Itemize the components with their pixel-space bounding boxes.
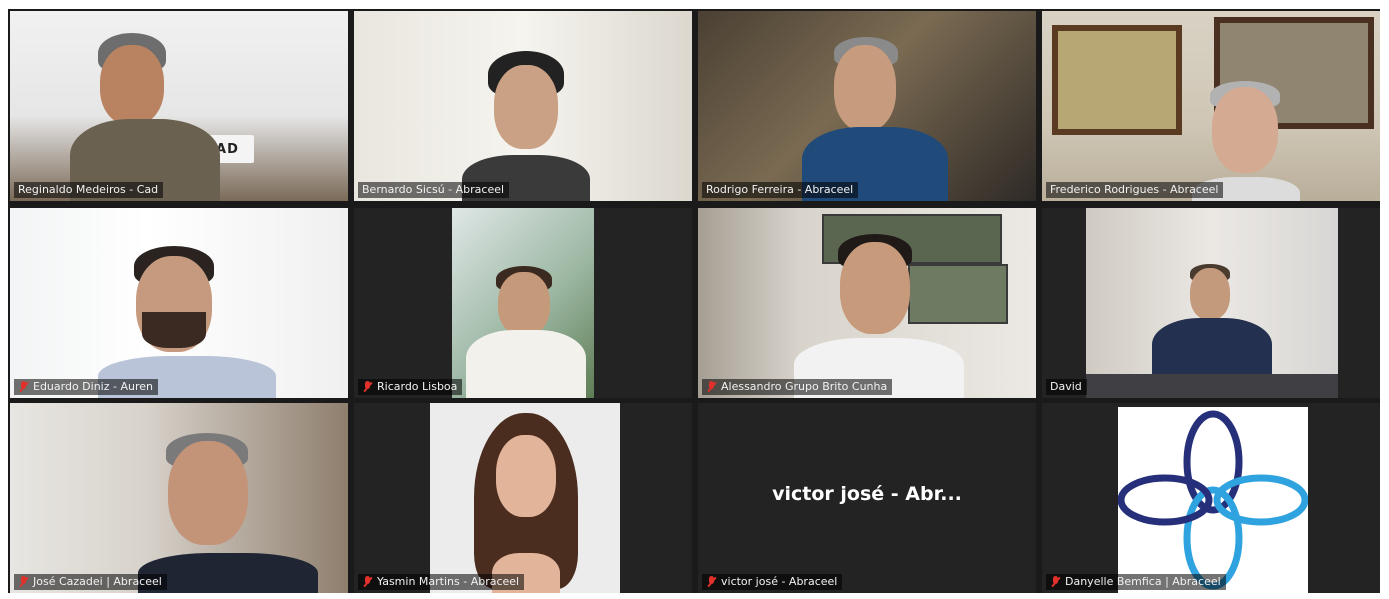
mic-muted-icon bbox=[18, 381, 29, 393]
mic-muted-icon bbox=[362, 576, 373, 588]
video-tile-rodrigo-active-speaker[interactable]: Rodrigo Ferreira - Abraceel bbox=[698, 11, 1036, 201]
participant-name-tag: Ricardo Lisboa bbox=[358, 379, 463, 395]
participant-video bbox=[466, 266, 586, 398]
participant-video bbox=[138, 433, 318, 593]
video-tile-danyelle[interactable]: Danyelle Bemfica | Abraceel bbox=[1042, 403, 1380, 593]
participant-name-tag: Danyelle Bemfica | Abraceel bbox=[1046, 574, 1226, 590]
mic-muted-icon bbox=[1050, 576, 1061, 588]
participant-video bbox=[98, 246, 278, 398]
participant-name-tag: José Cazadei | Abraceel bbox=[14, 574, 167, 590]
participant-video bbox=[802, 37, 952, 201]
video-tile-jose[interactable]: José Cazadei | Abraceel bbox=[10, 403, 348, 593]
video-tile-yasmin[interactable]: Yasmin Martins - Abraceel bbox=[354, 403, 692, 593]
video-tile-ricardo[interactable]: Ricardo Lisboa bbox=[354, 208, 692, 398]
profile-picture bbox=[1117, 407, 1309, 593]
participant-video bbox=[462, 51, 592, 201]
desk bbox=[1086, 374, 1338, 398]
video-tile-frederico[interactable]: Frederico Rodrigues - Abraceel bbox=[1042, 11, 1380, 201]
participant-name-tag: victor josé - Abraceel bbox=[702, 574, 843, 590]
video-grid: RAD Reginaldo Medeiros - Cad Bernardo Si… bbox=[8, 9, 1380, 593]
flower-logo-icon bbox=[1117, 410, 1309, 590]
video-tile-eduardo[interactable]: Eduardo Diniz - Auren bbox=[10, 208, 348, 398]
mic-muted-icon bbox=[706, 381, 717, 393]
participant-name-tag: Yasmin Martins - Abraceel bbox=[358, 574, 525, 590]
participant-name-tag: David bbox=[1046, 379, 1087, 395]
participant-name-tag: Alessandro Grupo Brito Cunha bbox=[702, 379, 893, 395]
beard bbox=[142, 312, 206, 348]
mic-muted-icon bbox=[706, 576, 717, 588]
video-tile-reginaldo[interactable]: RAD Reginaldo Medeiros - Cad bbox=[10, 11, 348, 201]
video-tile-victor-camera-off[interactable]: victor josé - Abr... victor josé - Abrac… bbox=[698, 403, 1036, 593]
mic-muted-icon bbox=[18, 576, 29, 588]
video-tile-bernardo[interactable]: Bernardo Sicsú - Abraceel bbox=[354, 11, 692, 201]
participant-video bbox=[466, 413, 586, 593]
participant-name-tag: Frederico Rodrigues - Abraceel bbox=[1046, 182, 1224, 198]
video-tile-david[interactable]: David bbox=[1042, 208, 1380, 398]
participant-video bbox=[794, 234, 964, 398]
participant-name-tag: Bernardo Sicsú - Abraceel bbox=[358, 182, 510, 198]
camera-off-display-name: victor josé - Abr... bbox=[772, 483, 962, 505]
painting-frame bbox=[1052, 25, 1182, 135]
participant-video bbox=[70, 33, 230, 201]
participant-name-tag: Reginaldo Medeiros - Cad bbox=[14, 182, 164, 198]
video-tile-alessandro[interactable]: Alessandro Grupo Brito Cunha bbox=[698, 208, 1036, 398]
participant-name-tag: Rodrigo Ferreira - Abraceel bbox=[702, 182, 859, 198]
mic-muted-icon bbox=[362, 381, 373, 393]
participant-name-tag: Eduardo Diniz - Auren bbox=[14, 379, 158, 395]
